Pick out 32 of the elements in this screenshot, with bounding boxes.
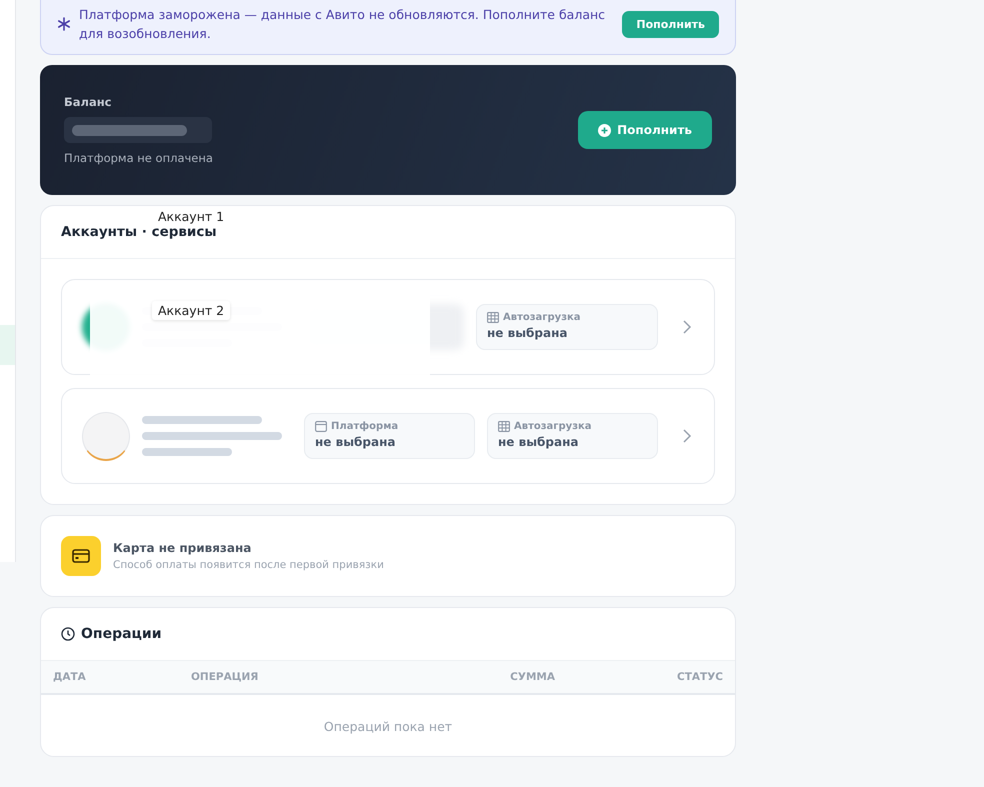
account-label: Аккаунт 2 (152, 301, 230, 320)
chip-label: Автозагрузка (514, 421, 592, 432)
service-chip[interactable]: Автозагрузка не выбрана (476, 304, 658, 350)
section-title: Операции (81, 626, 162, 642)
avatar (82, 412, 130, 460)
chip-value: не выбрана (315, 435, 397, 449)
chip-value: не выбрана (498, 435, 580, 449)
plus-icon (598, 124, 612, 136)
snowflake-icon (57, 17, 71, 31)
column-header: ДАТА (53, 671, 87, 683)
payment-title: Карта не привязана (113, 541, 252, 555)
account-row[interactable]: Платформа не выбрана Автозагрузка не выбрана (61, 388, 715, 484)
chip-label: Автозагрузка (503, 312, 581, 323)
balance-status: Платформа не оплачена (64, 151, 213, 165)
payment-subtitle: Способ оплаты появится после первой привязки (113, 559, 384, 571)
nav-item-highlight[interactable] (0, 325, 15, 365)
column-header: ОПЕРАЦИЯ (191, 671, 260, 683)
banner-text: Платформа заморожена — данные с Авито не обновляются. Пополните баланс для возобновления. (79, 6, 606, 43)
service-chip[interactable]: Автозагрузка не выбрана (487, 413, 658, 459)
balance-label: Баланс (64, 95, 112, 109)
table-icon (487, 312, 499, 323)
window-icon (315, 421, 327, 432)
card-icon (61, 536, 101, 576)
clock-icon (61, 627, 75, 641)
chip-value: не выбрана (487, 326, 569, 340)
service-chip[interactable]: Платформа не выбрана (304, 413, 475, 459)
empty-message: Операций пока нет (322, 718, 454, 736)
table-icon (498, 421, 510, 432)
account-label: Аккаунт 1 (157, 208, 226, 226)
column-header: СТАТУС (676, 671, 723, 683)
column-header: СУММА (509, 671, 555, 683)
chip-label: Платформа (331, 421, 398, 432)
